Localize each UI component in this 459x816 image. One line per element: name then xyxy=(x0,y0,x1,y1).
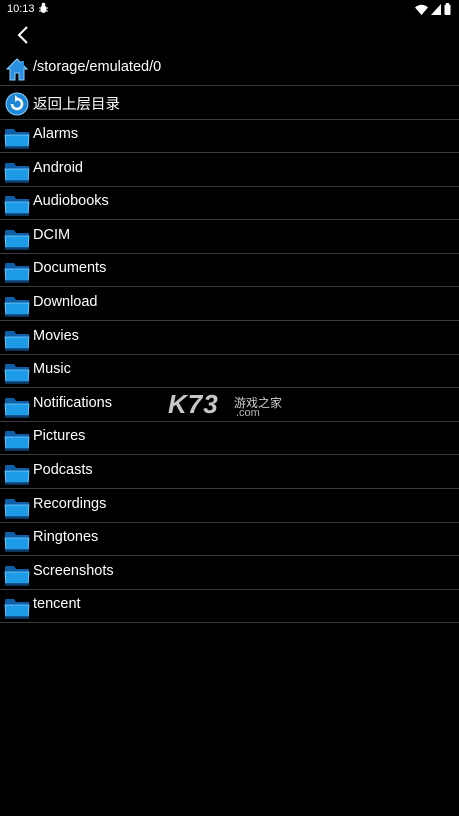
folder-label: Alarms xyxy=(33,126,79,142)
folder-icon xyxy=(4,123,30,149)
folder-label: Documents xyxy=(33,260,107,277)
status-time: 10:13 xyxy=(7,3,35,15)
folder-label: Recordings xyxy=(33,495,107,512)
watermark-domain: .com xyxy=(236,407,260,419)
bug-icon xyxy=(38,2,49,17)
folder-icon xyxy=(4,459,30,485)
current-path-label: /storage/emulated/0 xyxy=(33,59,162,75)
folder-icon xyxy=(4,392,30,418)
folder-icon xyxy=(4,593,30,620)
folder-row[interactable]: Podcasts xyxy=(0,455,459,489)
home-icon xyxy=(4,56,30,82)
folder-row[interactable]: Screenshots xyxy=(0,556,459,590)
back-button[interactable] xyxy=(14,24,34,46)
folder-row[interactable]: tencent xyxy=(0,589,459,624)
folder-icon xyxy=(4,358,30,385)
folder-icon xyxy=(4,325,30,351)
wifi-icon xyxy=(415,4,428,18)
folder-label: Podcasts xyxy=(33,462,93,478)
folder-icon xyxy=(4,493,30,519)
folder-icon xyxy=(4,291,30,317)
battery-icon xyxy=(444,3,451,18)
chevron-left-icon xyxy=(14,26,34,50)
folder-icon xyxy=(4,560,30,586)
signal-icon xyxy=(431,3,441,18)
folder-icon xyxy=(4,224,30,250)
folder-row[interactable]: Movies xyxy=(0,321,459,355)
folder-row[interactable]: Audiobooks xyxy=(0,186,459,221)
folder-label: Music xyxy=(33,361,71,378)
folder-icon xyxy=(4,526,30,553)
folder-label: Android xyxy=(33,159,83,176)
folder-icon xyxy=(4,157,30,183)
folder-row[interactable]: Alarms xyxy=(0,119,459,153)
folder-row[interactable]: Pictures xyxy=(0,421,459,456)
folder-label: Movies xyxy=(33,327,79,344)
folder-label: tencent xyxy=(33,596,81,613)
folder-label: DCIM xyxy=(33,226,71,243)
watermark-brand: K73 xyxy=(168,389,219,419)
folder-row[interactable]: Android xyxy=(0,153,459,187)
folder-row[interactable]: DCIM xyxy=(0,220,459,254)
watermark-logo: K73 游戏之家 .com xyxy=(168,389,294,422)
folder-row[interactable]: Recordings xyxy=(0,489,459,523)
up-directory-label: 返回上层目录 xyxy=(33,97,120,113)
folder-label: Screenshots xyxy=(33,562,114,579)
status-bar: 10:13 xyxy=(0,0,459,20)
folder-icon xyxy=(4,257,30,284)
folder-icon xyxy=(4,425,30,452)
folder-icon xyxy=(4,190,30,217)
folder-label: Audiobooks xyxy=(33,193,109,210)
folder-label: Ringtones xyxy=(33,529,99,546)
folder-label: Download xyxy=(33,294,98,310)
folder-row[interactable]: Download xyxy=(0,287,459,321)
folder-row[interactable]: Documents xyxy=(0,253,459,288)
up-arrow-circle-icon xyxy=(4,90,30,116)
current-path-row: /storage/emulated/0 xyxy=(0,52,459,86)
folder-label: Notifications xyxy=(33,394,112,411)
folder-row[interactable]: Music xyxy=(0,354,459,389)
folder-label: Pictures xyxy=(33,428,86,445)
up-directory-row[interactable]: 返回上层目录 xyxy=(0,86,459,120)
folder-row[interactable]: Ringtones xyxy=(0,522,459,557)
